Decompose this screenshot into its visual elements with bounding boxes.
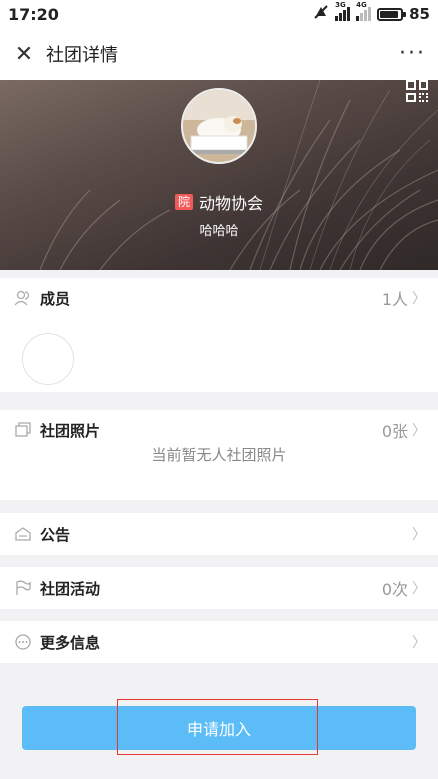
activities-row[interactable]: 社团活动 0次 〉 (0, 567, 438, 609)
more-info-row[interactable]: 更多信息 〉 (0, 621, 438, 663)
more-info-section[interactable]: 更多信息 〉 (0, 621, 438, 663)
chevron-right-icon: 〉 (412, 423, 426, 439)
club-name: 动物协会 (199, 194, 264, 213)
more-options-icon[interactable]: ··· (399, 43, 426, 65)
more-info-icon (14, 633, 32, 651)
signal-3g-icon: 3G (335, 1, 351, 21)
notice-label: 公告 (40, 525, 71, 544)
member-avatar[interactable] (22, 333, 74, 385)
flag-icon (14, 579, 32, 597)
activities-section[interactable]: 社团活动 0次 〉 (0, 567, 438, 609)
notice-icon (14, 525, 32, 543)
club-avatar[interactable] (181, 88, 257, 164)
members-section[interactable]: 成员 1人 〉 (0, 278, 438, 392)
photos-section[interactable]: 社团照片 0张 〉 当前暂无人社团照片 (0, 410, 438, 500)
notice-section[interactable]: 公告 〉 (0, 513, 438, 555)
close-icon[interactable]: ✕ (12, 42, 36, 67)
nav-bar: ✕ 社团详情 ··· (0, 28, 438, 80)
status-time: 17:20 (8, 4, 59, 24)
members-count: 1人 (381, 290, 408, 309)
members-row[interactable]: 成员 1人 〉 (0, 278, 438, 318)
club-subtitle: 哈哈哈 (199, 224, 239, 239)
more-info-label: 更多信息 (40, 633, 101, 652)
mute-icon (313, 4, 329, 24)
members-label: 成员 (40, 289, 71, 308)
activities-label: 社团活动 (40, 579, 101, 598)
college-badge: 院 (174, 194, 193, 210)
photos-label: 社团照片 (40, 421, 101, 440)
photos-count: 0张 (381, 422, 408, 441)
club-name-row: 院 动物协会 (0, 190, 438, 214)
notice-row[interactable]: 公告 〉 (0, 513, 438, 555)
members-icon (14, 289, 32, 307)
chevron-right-icon: 〉 (412, 527, 426, 543)
page-title: 社团详情 (46, 45, 118, 66)
chevron-right-icon: 〉 (412, 581, 426, 597)
club-header: 院 动物协会 哈哈哈 (0, 80, 438, 270)
chevron-right-icon: 〉 (412, 291, 426, 307)
battery-icon (377, 7, 407, 21)
chevron-right-icon: 〉 (412, 635, 426, 651)
status-bar: 17:20 3G 4G 85 (0, 0, 438, 28)
apply-join-button[interactable]: 申请加入 (22, 706, 416, 750)
activities-count: 0次 (381, 580, 408, 599)
photos-icon (14, 421, 32, 439)
signal-4g-icon: 4G (356, 1, 372, 21)
status-icons: 3G 4G 85 (313, 1, 430, 24)
qr-code-icon[interactable] (406, 80, 428, 102)
battery-level: 85 (409, 5, 430, 23)
photos-empty-text: 当前暂无人社团照片 (151, 446, 287, 464)
